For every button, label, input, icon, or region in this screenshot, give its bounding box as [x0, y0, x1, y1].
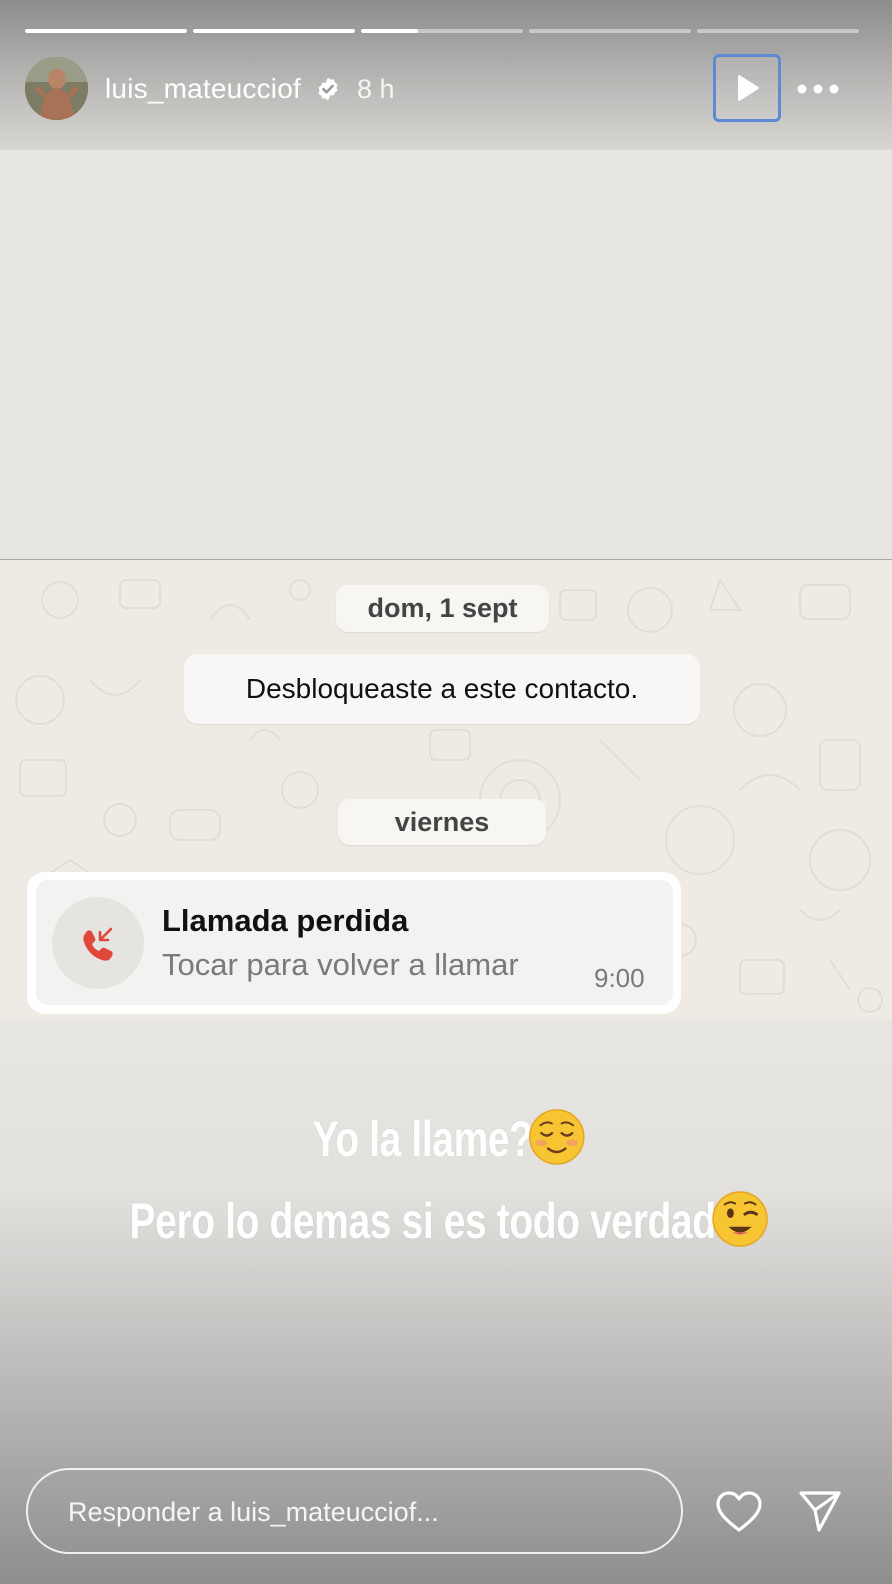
winking-face-emoji — [712, 1191, 768, 1247]
progress-fill — [193, 29, 355, 33]
heart-icon — [716, 1491, 762, 1532]
date-chip: dom, 1 sept — [336, 585, 549, 632]
play-icon — [738, 75, 759, 101]
progress-segment — [697, 29, 859, 33]
call-time: 9:00 — [594, 963, 645, 993]
progress-segment — [361, 29, 523, 33]
progress-segment — [193, 29, 355, 33]
caption-text: Yo la llame? — [312, 1111, 533, 1167]
progress-fill — [361, 29, 418, 33]
screenshot-top-edge — [0, 559, 892, 560]
avatar[interactable] — [25, 57, 88, 120]
play-button[interactable] — [713, 54, 781, 122]
reply-placeholder: Responder a luis_mateucciof... — [68, 1497, 439, 1527]
call-subtitle: Tocar para volver a llamar — [162, 947, 519, 982]
story-time-ago: 8 h — [357, 74, 395, 104]
caption-line-1: Yo la llame? — [98, 1108, 794, 1168]
progress-fill — [25, 29, 187, 33]
send-button[interactable] — [797, 1488, 843, 1534]
missed-call-icon — [83, 927, 113, 961]
smiling-face-emoji — [529, 1109, 585, 1165]
progress-segment — [529, 29, 691, 33]
send-icon — [799, 1491, 841, 1532]
call-title: Llamada perdida — [162, 903, 409, 938]
progress-segment — [25, 29, 187, 33]
system-message: Desbloqueaste a este contacto. — [184, 654, 700, 724]
story-viewer[interactable]: luis_mateucciof 8 h dom, 1 sept Desbloqu… — [0, 0, 892, 1584]
story-username[interactable]: luis_mateucciof — [105, 73, 301, 105]
missed-call-icon-circle — [52, 897, 144, 989]
like-button[interactable] — [715, 1490, 763, 1534]
date-chip: viernes — [338, 799, 546, 845]
story-progress-bar — [25, 29, 859, 33]
story-blank-area — [0, 150, 892, 560]
verified-badge-icon — [318, 77, 338, 101]
caption-line-2: Pero lo demas si es todo verdad — [98, 1190, 794, 1250]
caption-text: Pero lo demas si es todo verdad — [129, 1193, 716, 1249]
more-options-button[interactable] — [796, 74, 840, 104]
